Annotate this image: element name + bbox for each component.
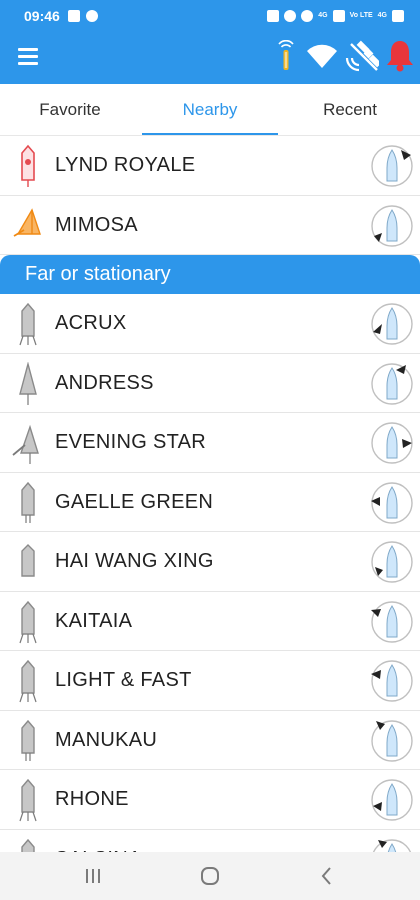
heading-compass-icon (371, 362, 413, 405)
grey-sailing-vessel-icon (12, 424, 39, 464)
heading-compass-icon (371, 719, 413, 762)
gallery-icon (67, 9, 80, 22)
vessel-row[interactable]: MIMOSA (0, 195, 420, 255)
heading-compass-icon (371, 779, 413, 821)
heading-compass-icon (371, 600, 413, 643)
volte-label: Vo LTE (349, 12, 373, 19)
tab-nearby[interactable]: Nearby (140, 84, 280, 135)
vessel-name: GAELLE GREEN (55, 490, 214, 513)
vessel-row[interactable]: ANDRESS (0, 353, 420, 413)
vessel-name: KAITAIA (55, 609, 133, 632)
status-bar: 09:46 4G Vo LTE 4G (0, 0, 420, 31)
heading-compass-icon (372, 838, 412, 852)
orange-sailing-vessel-icon (13, 207, 41, 237)
heading-compass-icon (371, 541, 413, 583)
vessel-row[interactable]: SALSINA (0, 829, 420, 853)
system-nav-bar (0, 852, 420, 900)
alarm-bell-icon[interactable] (386, 40, 414, 72)
vessel-name: LIGHT & FAST (55, 669, 192, 691)
heading-compass-icon (371, 422, 413, 464)
vessel-row[interactable]: MANUKAU (0, 710, 420, 770)
heading-compass-icon (371, 303, 413, 345)
notification-icons (67, 9, 98, 22)
location-pin-icon[interactable] (274, 40, 298, 74)
vessel-name: ACRUX (55, 312, 127, 334)
network-label-1: 4G (318, 12, 328, 19)
recent-apps-icon[interactable] (80, 864, 106, 888)
back-icon[interactable] (314, 864, 340, 888)
grey-vessel-icon (19, 659, 37, 703)
wifi-icon[interactable] (306, 43, 338, 69)
vessel-row[interactable]: HAI WANG XING (0, 532, 420, 592)
red-vessel-icon (21, 144, 35, 187)
app-bar (0, 31, 420, 84)
vessel-row[interactable]: LIGHT & FAST (0, 651, 420, 711)
vessel-row[interactable]: EVENING STAR (0, 413, 420, 473)
grey-vessel-icon (21, 838, 35, 852)
home-icon[interactable] (197, 864, 223, 888)
heading-compass-icon (371, 145, 413, 187)
menu-icon[interactable] (18, 47, 40, 67)
grey-sailing-vessel-icon (19, 361, 37, 405)
app-notification-icon (85, 9, 98, 22)
vessel-name: LYND ROYALE (55, 154, 196, 176)
satellite-off-icon[interactable] (343, 40, 379, 72)
battery-icon (392, 9, 404, 22)
tab-bar: Favorite Nearby Recent (0, 84, 420, 136)
vessel-row[interactable]: GAELLE GREEN (0, 472, 420, 532)
status-time: 09:46 (24, 7, 60, 24)
vessel-row[interactable]: LYND ROYALE (0, 136, 420, 196)
signal-icon (332, 9, 345, 22)
network-label-2: 4G (377, 12, 387, 19)
heading-compass-icon (371, 481, 413, 524)
vessel-row[interactable]: RHONE (0, 770, 420, 830)
heading-compass-icon (371, 660, 413, 702)
section-header-far: Far or stationary (0, 255, 420, 294)
vessel-name: HAI WANG XING (55, 550, 214, 572)
grey-vessel-icon (21, 544, 35, 577)
vessel-name: MANUKAU (55, 728, 158, 751)
mute-icon (284, 9, 297, 22)
wifi-status-icon (301, 9, 314, 22)
system-status-icons: 4G Vo LTE 4G (267, 9, 404, 22)
tab-recent[interactable]: Recent (280, 84, 420, 135)
app-screen: 09:46 4G Vo LTE 4G Favorite Nearby Recen… (0, 0, 420, 900)
vessel-row[interactable]: KAITAIA (0, 591, 420, 651)
tab-favorite[interactable]: Favorite (0, 84, 140, 135)
grey-vessel-icon (21, 481, 35, 523)
grey-vessel-icon (19, 302, 37, 346)
screenshot-icon (267, 9, 280, 22)
vessel-row[interactable]: ACRUX (0, 294, 420, 354)
vessel-name: ANDRESS (55, 371, 154, 394)
vessel-list[interactable]: LYND ROYALE MIMOSA Far or stationary ACR… (0, 136, 420, 852)
vessel-name: EVENING STAR (55, 431, 207, 453)
grey-vessel-icon (19, 778, 37, 822)
vessel-name: SALSINA (55, 830, 142, 853)
vessel-name: MIMOSA (55, 213, 138, 236)
heading-compass-icon (371, 204, 413, 247)
grey-vessel-icon (21, 719, 35, 761)
grey-vessel-icon (19, 600, 37, 643)
vessel-name: RHONE (55, 788, 129, 810)
